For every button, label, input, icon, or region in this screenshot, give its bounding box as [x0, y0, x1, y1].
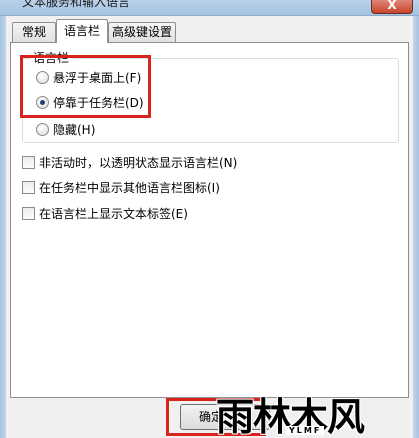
title-bar: 文本服务和输入语言 X: [0, 0, 419, 16]
checkbox-transparent-when-inactive[interactable]: 非活动时，以透明状态显示语言栏(N): [22, 154, 237, 171]
close-icon[interactable]: X: [387, 0, 396, 12]
radio-button[interactable]: [36, 71, 49, 84]
radio-label: 悬浮于桌面上(F): [53, 71, 142, 85]
radio-button[interactable]: [36, 96, 49, 109]
radio-dock-in-taskbar[interactable]: 停靠于任务栏(D): [36, 94, 144, 111]
window-title: 文本服务和输入语言: [22, 0, 131, 9]
tab-label: 语言栏: [63, 24, 100, 38]
tab-general[interactable]: 常规: [12, 22, 56, 42]
radio-label: 隐藏(H): [53, 123, 96, 137]
checkbox[interactable]: [22, 156, 35, 169]
radio-hidden[interactable]: 隐藏(H): [36, 121, 95, 138]
tab-label: 常规: [21, 25, 46, 39]
checkbox-label: 非活动时，以透明状态显示语言栏(N): [39, 156, 238, 170]
radio-label: 停靠于任务栏(D): [53, 96, 144, 110]
checkbox-label: 在任务栏中显示其他语言栏图标(I): [39, 181, 220, 195]
checkbox[interactable]: [22, 207, 35, 220]
window-frame-left: [0, 16, 6, 438]
close-button[interactable]: X: [371, 0, 413, 14]
watermark-logo: 雨林木风 YLMF: [206, 386, 419, 438]
tab-advanced-key-settings[interactable]: 高级键设置: [108, 22, 176, 42]
watermark-subtext: YLMF: [286, 426, 325, 435]
radio-button[interactable]: [36, 123, 49, 136]
window-frame-right: [413, 16, 419, 438]
checkbox-show-extra-icons-in-taskbar[interactable]: 在任务栏中显示其他语言栏图标(I): [22, 179, 220, 196]
radio-float-on-desktop[interactable]: 悬浮于桌面上(F): [36, 69, 141, 86]
checkbox[interactable]: [22, 181, 35, 194]
tab-language-bar[interactable]: 语言栏: [56, 19, 108, 43]
tab-label: 高级键设置: [111, 25, 172, 39]
groupbox-label: 语言栏: [30, 49, 73, 66]
checkbox-label: 在语言栏上显示文本标签(E): [39, 207, 188, 221]
checkbox-show-text-labels[interactable]: 在语言栏上显示文本标签(E): [22, 205, 188, 222]
